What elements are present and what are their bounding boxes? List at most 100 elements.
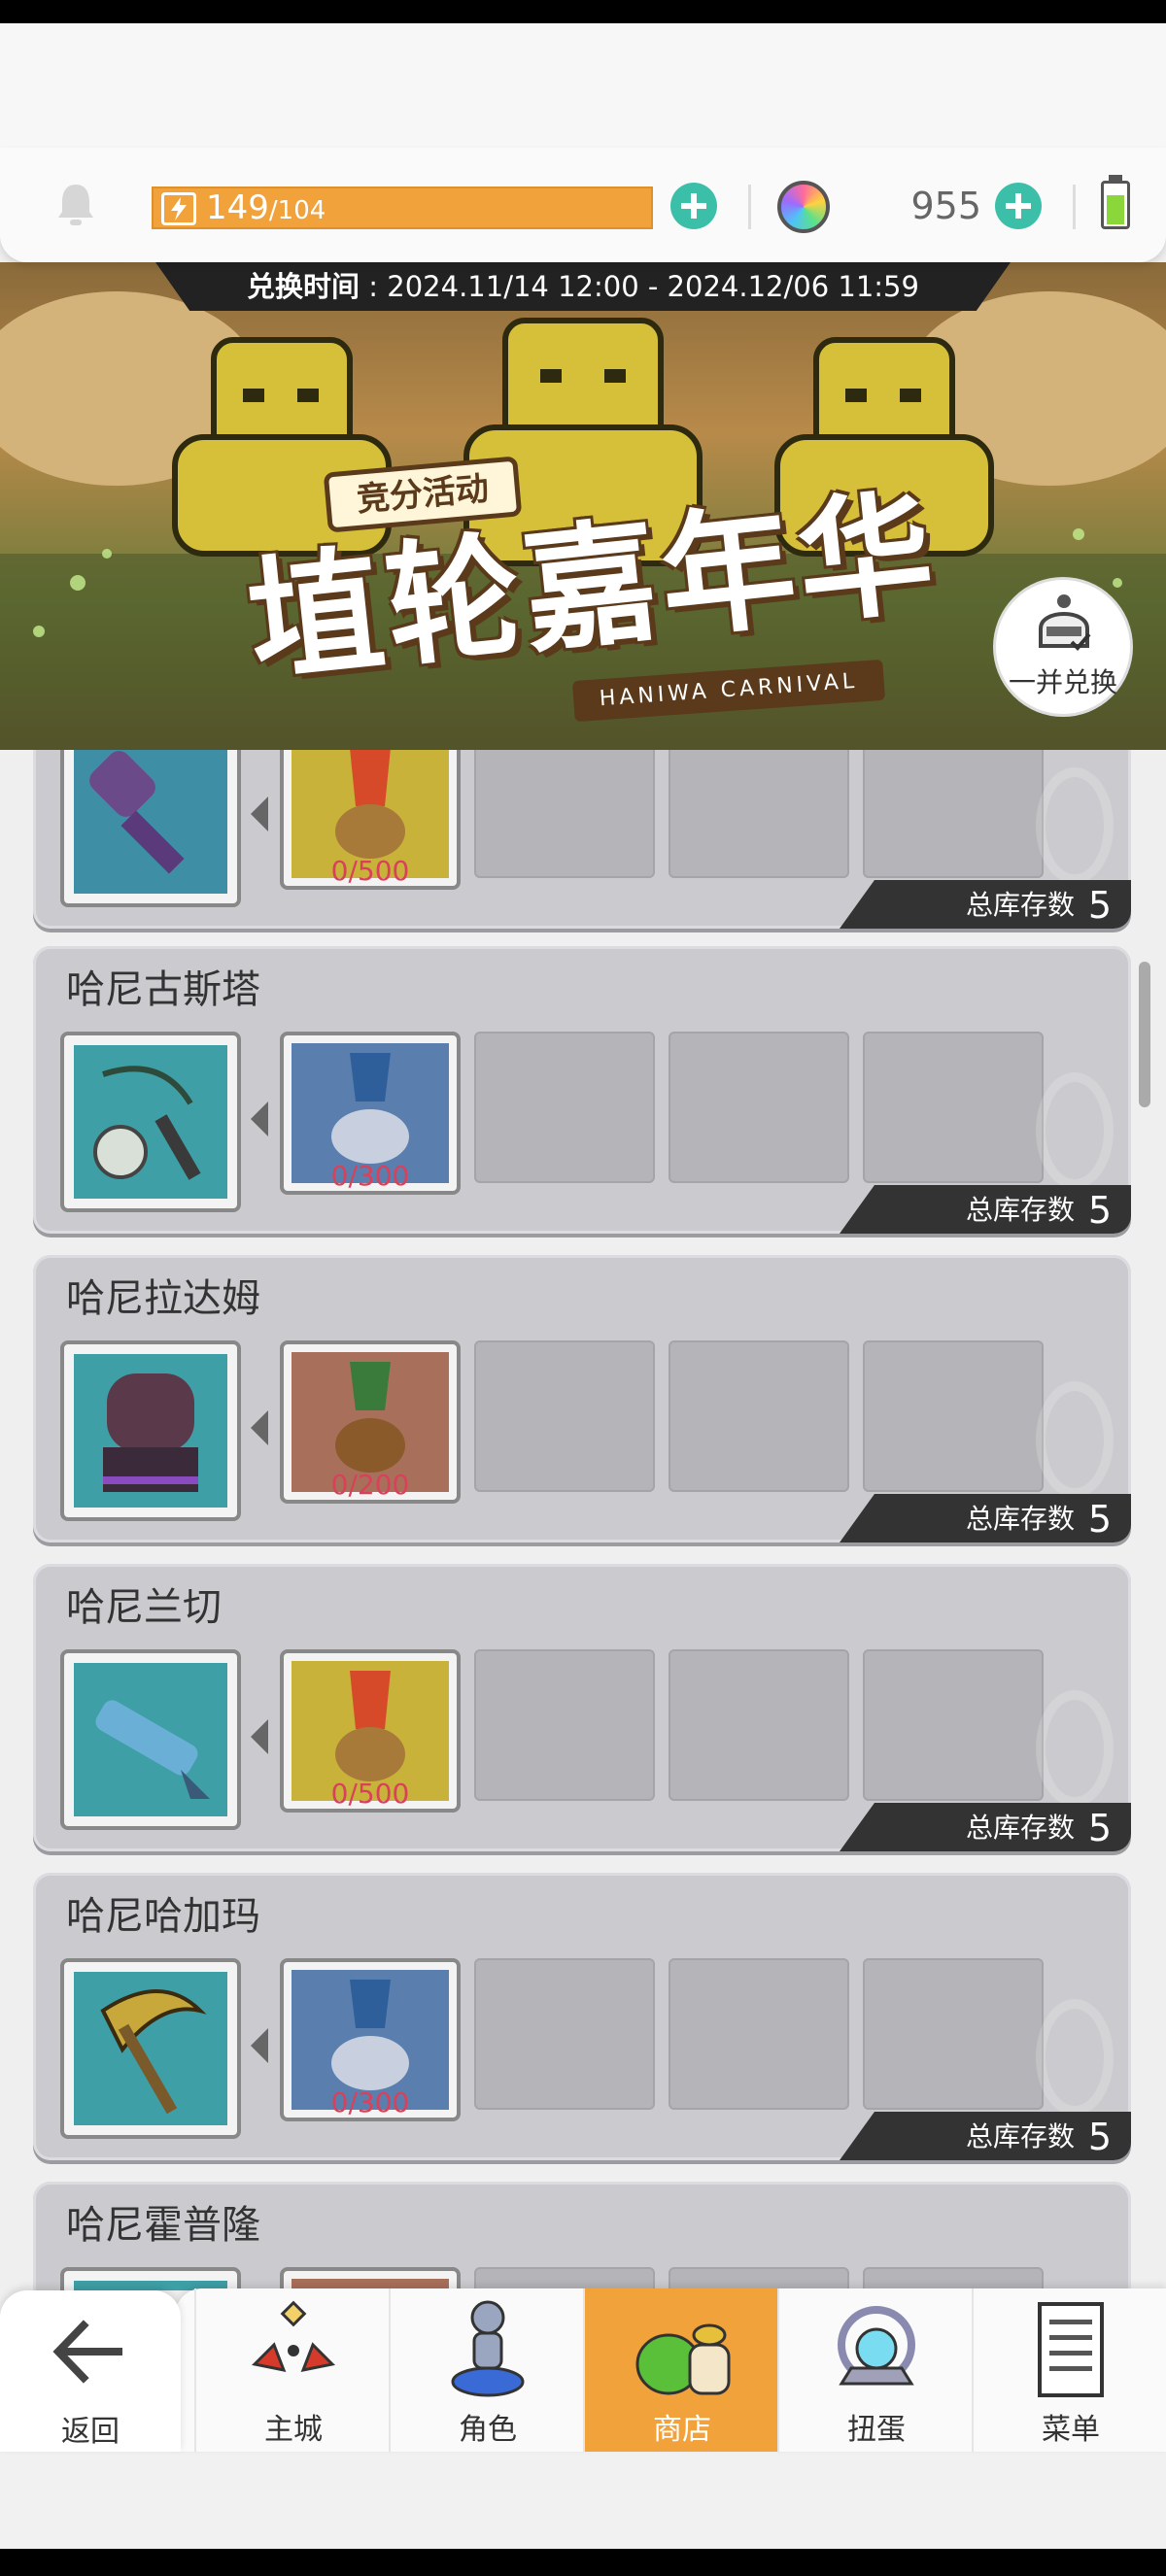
- divider: [748, 185, 751, 229]
- back-label: 返回: [61, 2415, 120, 2449]
- reward-slot[interactable]: [60, 2267, 241, 2290]
- item-name: 哈尼拉达姆: [66, 1276, 260, 1321]
- energy-max: /104: [268, 196, 326, 225]
- nav-label: 商店: [653, 2413, 711, 2447]
- cost-slot[interactable]: 0/300: [280, 1958, 461, 2121]
- arrow-left-icon: [251, 797, 268, 831]
- shop-icon: [635, 2323, 731, 2395]
- item-name: 哈尼兰切: [66, 1585, 222, 1630]
- empty-slot: [474, 750, 655, 878]
- empty-slot: [669, 750, 849, 878]
- reward-slot[interactable]: [60, 1340, 241, 1521]
- arrow-left-icon: [251, 2028, 268, 2063]
- empty-slot: [474, 1649, 655, 1801]
- stock-value: 5: [1087, 1189, 1112, 1232]
- purple-mace-icon: [74, 750, 227, 894]
- empty-slot: [863, 1340, 1044, 1492]
- reward-slot[interactable]: [60, 1649, 241, 1830]
- add-gems-button[interactable]: [995, 183, 1042, 229]
- cost-slot[interactable]: 0/500: [280, 750, 461, 890]
- cost-slot[interactable]: [280, 2267, 461, 2290]
- stock-value: 5: [1087, 1498, 1112, 1541]
- cost-slot[interactable]: 0/500: [280, 1649, 461, 1813]
- energy-value: 149/104: [206, 188, 326, 227]
- item-name: 哈尼哈加玛: [66, 1894, 260, 1939]
- empty-slot: [669, 1649, 849, 1801]
- lance-icon: [74, 1663, 227, 1816]
- stock-value: 5: [1087, 2116, 1112, 2158]
- arrow-left-icon: [52, 2320, 122, 2384]
- cost-slot[interactable]: 0/300: [280, 1032, 461, 1195]
- empty-slot: [474, 1958, 655, 2110]
- empty-slot: [669, 1958, 849, 2110]
- exchange-list[interactable]: 0/500 总库存数 5 哈尼古斯塔 0/300 总库存数 5 哈尼拉达姆 0/…: [0, 750, 1166, 2290]
- bulk-exchange-button[interactable]: 一并兑换: [993, 577, 1133, 717]
- cost-progress: 0/500: [330, 1778, 410, 1810]
- item-name: 哈尼霍普隆: [66, 2203, 260, 2248]
- stock-label: 总库存数: [965, 1812, 1075, 1844]
- card-decoration: [1036, 1690, 1114, 1807]
- stock-label: 总库存数: [965, 1503, 1075, 1535]
- cost-slot[interactable]: 0/200: [280, 1340, 461, 1504]
- empty-slot: [669, 2267, 849, 2290]
- reward-slot[interactable]: [60, 1032, 241, 1212]
- empty-slot: [863, 1958, 1044, 2110]
- nav-shop[interactable]: 商店: [583, 2288, 777, 2452]
- system-nav-area: [0, 2452, 1166, 2549]
- exchange-card: 哈尼拉达姆 0/200 总库存数 5: [33, 1255, 1131, 1542]
- cost-progress: 0/200: [330, 1469, 410, 1501]
- nav-label: 主城: [264, 2413, 323, 2447]
- stock-label: 总库存数: [965, 1194, 1075, 1226]
- bottom-nav: 主城 角色 商店 扭蛋 菜单 返回: [0, 2288, 1166, 2452]
- exchange-period-label: 兑换时间: [247, 270, 360, 303]
- character-icon: [451, 2300, 525, 2397]
- arrow-left-icon: [251, 1719, 268, 1754]
- empty-slot: [474, 1340, 655, 1492]
- rainbow-gem-icon: [777, 181, 830, 233]
- add-energy-button[interactable]: [670, 183, 717, 229]
- menu-icon: [1038, 2302, 1104, 2397]
- card-decoration: [1036, 1072, 1114, 1189]
- stock-label: 总库存数: [965, 889, 1075, 921]
- castle-icon: [251, 2300, 336, 2373]
- exchange-period-value: : 2024.11/14 12:00 - 2024.12/06 11:59: [360, 270, 919, 303]
- card-decoration: [1036, 1381, 1114, 1498]
- nav-label: 菜单: [1042, 2413, 1100, 2447]
- empty-slot: [474, 1032, 655, 1183]
- reward-slot[interactable]: [60, 1958, 241, 2139]
- card-decoration: [1036, 1999, 1114, 2116]
- empty-slot: [863, 1032, 1044, 1183]
- arrow-left-icon: [251, 1410, 268, 1445]
- bulk-exchange-label: 一并兑换: [1008, 666, 1117, 698]
- nav-menu[interactable]: 菜单: [972, 2288, 1166, 2452]
- bell-icon[interactable]: [54, 181, 97, 227]
- cost-progress: 0/300: [330, 2086, 410, 2118]
- game-screen: 149/104 955 兑换时间: 2024.11/14 12:00 - 20…: [0, 0, 1166, 2576]
- empty-slot: [474, 2267, 655, 2290]
- scrollbar[interactable]: [1139, 962, 1150, 1107]
- flail-icon: [74, 1045, 227, 1199]
- status-bar-strip: [0, 0, 1166, 23]
- empty-slot: [669, 1032, 849, 1183]
- nav-label: 角色: [459, 2413, 517, 2447]
- gem-count: 955: [910, 185, 981, 227]
- reward-slot[interactable]: [60, 750, 241, 907]
- event-banner: 兑换时间 : 2024.11/14 12:00 - 2024.12/06 11:…: [0, 262, 1166, 750]
- energy-current: 149: [206, 188, 269, 227]
- stock-label: 总库存数: [965, 2120, 1075, 2152]
- empty-slot: [863, 2267, 1044, 2290]
- nav-character[interactable]: 角色: [389, 2288, 583, 2452]
- exchange-card: 哈尼霍普隆: [33, 2182, 1131, 2290]
- nav-label: 扭蛋: [847, 2413, 906, 2447]
- card-decoration: [1036, 767, 1114, 884]
- exchange-card: 哈尼兰切 0/500 总库存数 5: [33, 1564, 1131, 1851]
- back-button[interactable]: 返回: [0, 2290, 181, 2452]
- status-area: [0, 23, 1166, 150]
- bottom-strip: [0, 2549, 1166, 2576]
- haniwa-statue-icon: [74, 1354, 227, 1508]
- cost-progress: 0/300: [330, 1160, 410, 1192]
- cost-progress: 0/500: [330, 855, 410, 887]
- exchange-period-strip: 兑换时间 : 2024.11/14 12:00 - 2024.12/06 11:…: [155, 262, 1011, 311]
- nav-gacha[interactable]: 扭蛋: [777, 2288, 972, 2452]
- nav-castle[interactable]: 主城: [194, 2288, 389, 2452]
